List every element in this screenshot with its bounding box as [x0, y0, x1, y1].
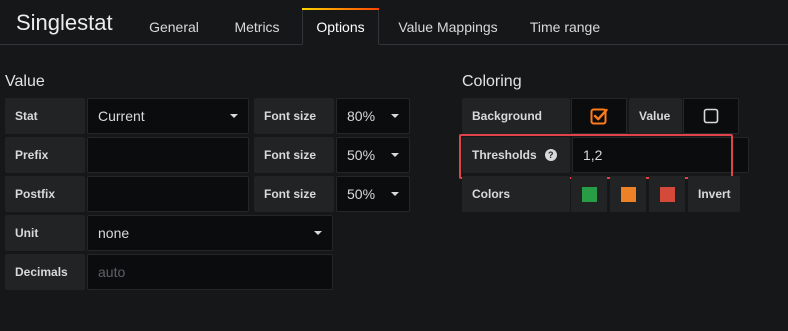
prefix-font-size-value: 50%	[347, 147, 376, 163]
value-font-size-value: 80%	[347, 108, 376, 124]
checkbox-checked-icon	[590, 108, 608, 125]
red-swatch	[659, 186, 675, 202]
stat-select-value: Current	[98, 108, 145, 124]
chevron-down-icon	[230, 114, 238, 118]
tab-general[interactable]: General	[138, 8, 210, 45]
stat-select[interactable]: Current	[87, 98, 249, 134]
color-swatch-warning[interactable]	[610, 176, 646, 212]
colors-label: Colors	[462, 176, 570, 212]
prefix-font-size-select[interactable]: 50%	[336, 137, 410, 173]
background-checkbox[interactable]	[571, 98, 627, 134]
unit-select[interactable]: none	[87, 215, 333, 251]
font-size-label: Font size	[254, 98, 334, 134]
tab-time-range[interactable]: Time range	[520, 8, 610, 45]
decimals-input[interactable]: auto	[87, 254, 333, 290]
color-swatch-critical[interactable]	[649, 176, 685, 212]
green-swatch	[581, 186, 597, 202]
orange-swatch	[620, 186, 636, 202]
highlight-box	[459, 134, 733, 179]
chevron-down-icon	[314, 231, 322, 235]
postfix-font-size-select[interactable]: 50%	[336, 176, 410, 212]
unit-label: Unit	[5, 215, 85, 251]
color-swatch-ok[interactable]	[571, 176, 607, 212]
stat-label: Stat	[5, 98, 85, 134]
prefix-input[interactable]	[87, 137, 249, 173]
value-font-size-select[interactable]: 80%	[336, 98, 410, 134]
invert-button[interactable]: Invert	[688, 176, 740, 212]
postfix-label: Postfix	[5, 176, 85, 212]
font-size-label: Font size	[254, 176, 334, 212]
background-label: Background	[462, 98, 570, 134]
coloring-section-title: Coloring	[462, 73, 522, 90]
value-section-title: Value	[5, 73, 45, 90]
decimals-label: Decimals	[5, 254, 85, 290]
tab-options[interactable]: Options	[302, 8, 379, 45]
tab-value-mappings[interactable]: Value Mappings	[390, 8, 506, 45]
checkbox-unchecked-icon	[703, 108, 719, 124]
prefix-label: Prefix	[5, 137, 85, 173]
postfix-input[interactable]	[87, 176, 249, 212]
font-size-label: Font size	[254, 137, 334, 173]
chevron-down-icon	[391, 153, 399, 157]
panel-title: Singlestat	[16, 10, 113, 35]
chevron-down-icon	[391, 192, 399, 196]
value-coloring-label: Value	[629, 98, 682, 134]
postfix-font-size-value: 50%	[347, 186, 376, 202]
chevron-down-icon	[391, 114, 399, 118]
unit-select-value: none	[98, 225, 130, 241]
value-checkbox[interactable]	[683, 98, 739, 134]
tab-metrics[interactable]: Metrics	[222, 8, 292, 45]
